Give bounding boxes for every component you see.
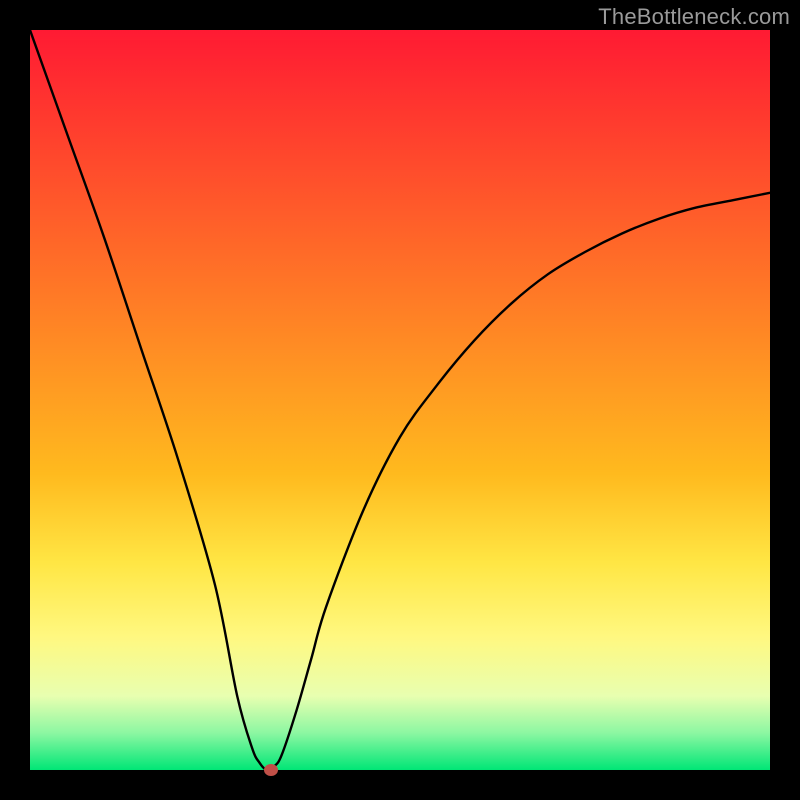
watermark-text: TheBottleneck.com xyxy=(598,4,790,30)
plot-area xyxy=(30,30,770,770)
chart-frame: TheBottleneck.com xyxy=(0,0,800,800)
bottleneck-curve xyxy=(30,30,770,770)
minimum-marker-icon xyxy=(264,764,278,776)
